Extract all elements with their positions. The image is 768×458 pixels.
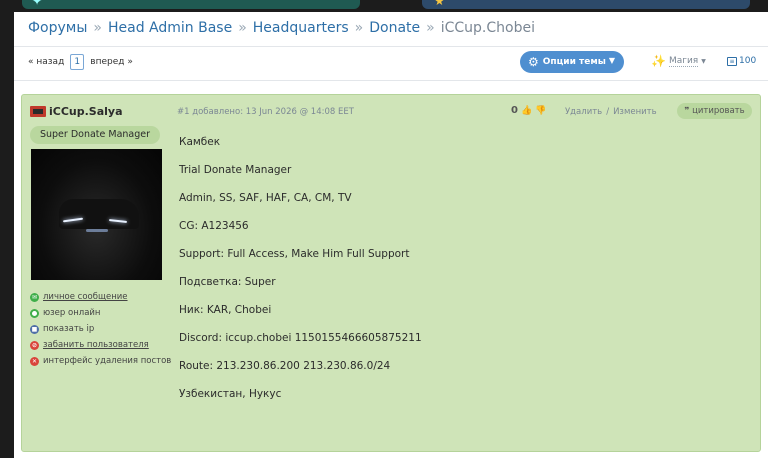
post-author[interactable]: iCCup.Salya <box>30 105 123 118</box>
forum-page: Форумы » Head Admin Base » Headquarters » Dona… <box>14 12 768 458</box>
magic-wand-icon: ✨ <box>651 54 666 68</box>
promo-banner-left[interactable]: ✦ <box>22 0 360 9</box>
thumbs-down-icon[interactable]: 👎 <box>535 106 546 116</box>
ban-icon: ⊘ <box>30 340 39 350</box>
post-line: Подсветка: Super <box>179 276 276 288</box>
forum-post: iCCup.Salya Super Donate Manager ✉ лично… <box>21 94 761 452</box>
user-rank-badge: Super Donate Manager <box>30 126 160 144</box>
breadcrumb-forums[interactable]: Форумы <box>28 20 87 36</box>
divider <box>14 46 768 47</box>
promo-banner-right[interactable]: ★ <box>422 0 750 9</box>
delete-posts-icon: ✕ <box>30 356 39 366</box>
action-label[interactable]: интерфейс удаления постов <box>43 356 171 366</box>
post-line: CG: A123456 <box>179 220 249 232</box>
next-page-link[interactable]: вперед » <box>90 57 133 67</box>
post-links: Удалить / Изменить <box>565 107 657 117</box>
pagination: « назад 1 вперед » <box>28 54 133 70</box>
post-line: Камбек <box>179 136 221 148</box>
action-ban-user[interactable]: ⊘ забанить пользователя <box>30 337 171 353</box>
quote-label: цитировать <box>692 106 745 116</box>
breadcrumb-head-admin-base[interactable]: Head Admin Base <box>108 20 232 36</box>
delete-link[interactable]: Удалить <box>565 107 602 117</box>
message-icon: ✉ <box>30 292 39 302</box>
post-meta: #1 добавлено: 13 Jun 2026 @ 14:08 EET <box>177 107 354 117</box>
post-line: Discord: iccup.chobei 115015546660587521… <box>179 332 422 344</box>
action-label: юзер онлайн <box>43 308 101 318</box>
gear-icon: ⚙ <box>528 55 539 69</box>
post-line: Узбекистан, Нукус <box>179 388 282 400</box>
breadcrumb-headquarters[interactable]: Headquarters <box>253 20 349 36</box>
quote-icon: ❞ <box>684 106 690 116</box>
link-separator: / <box>606 107 610 117</box>
magic-label: Магия <box>668 55 699 67</box>
divider <box>14 80 768 81</box>
edit-link[interactable]: Изменить <box>613 107 657 117</box>
breadcrumb-separator: » <box>354 20 364 36</box>
post-line: Support: Full Access, Make Him Full Supp… <box>179 248 410 260</box>
ip-icon: ■ <box>30 324 39 334</box>
breadcrumb-current: iCCup.Chobei <box>440 20 535 36</box>
star-icon: ★ <box>434 0 445 8</box>
breadcrumb-separator: » <box>426 20 435 36</box>
list-icon: ≡ <box>727 56 737 66</box>
action-private-message[interactable]: ✉ личное сообщение <box>30 289 171 305</box>
promo-icon: ✦ <box>32 0 43 8</box>
post-counter[interactable]: ≡ 100 <box>727 56 756 66</box>
chevron-down-icon: ▼ <box>608 56 615 65</box>
action-user-online: юзер онлайн <box>30 305 171 321</box>
online-icon <box>30 308 39 318</box>
action-show-ip[interactable]: ■ показать ip <box>30 321 171 337</box>
action-delete-posts-interface[interactable]: ✕ интерфейс удаления постов <box>30 353 171 369</box>
post-rating: 0 👍 👎 <box>511 105 546 116</box>
breadcrumb-separator: » <box>238 20 247 36</box>
chevron-down-icon: ▼ <box>701 57 706 65</box>
rating-value: 0 <box>511 105 518 116</box>
user-actions: ✉ личное сообщение юзер онлайн ■ показат… <box>30 289 171 369</box>
avatar-car-shape <box>59 199 139 229</box>
action-label[interactable]: личное сообщение <box>43 292 128 302</box>
page-number[interactable]: 1 <box>70 54 85 70</box>
breadcrumb-separator: » <box>93 20 102 36</box>
breadcrumb-donate[interactable]: Donate <box>369 20 420 36</box>
thread-options-button[interactable]: ⚙ Опции темы ▼ <box>520 51 624 73</box>
flag-icon <box>30 106 46 117</box>
avatar-glow <box>86 229 108 232</box>
avatar <box>31 149 162 280</box>
post-line: Route: 213.230.86.200 213.230.86.0/24 <box>179 360 391 372</box>
post-line: Trial Donate Manager <box>179 164 292 176</box>
counter-value: 100 <box>739 56 757 66</box>
thumbs-up-icon[interactable]: 👍 <box>521 106 532 116</box>
prev-page-link[interactable]: « назад <box>28 57 64 67</box>
thread-options-label: Опции темы <box>542 57 606 67</box>
breadcrumb: Форумы » Head Admin Base » Headquarters » Dona… <box>28 20 535 36</box>
post-body: Камбек Trial Donate Manager Admin, SS, S… <box>179 135 422 415</box>
top-banner-bar: ✦ ★ <box>0 0 768 12</box>
action-label[interactable]: забанить пользователя <box>43 340 149 350</box>
quote-button[interactable]: ❞ цитировать <box>677 103 752 119</box>
magic-dropdown[interactable]: ✨ Магия ▼ <box>651 54 706 68</box>
author-name[interactable]: iCCup.Salya <box>49 105 123 118</box>
post-line: Admin, SS, SAF, HAF, CA, CM, TV <box>179 192 352 204</box>
post-line: Ник: KAR, Chobei <box>179 304 272 316</box>
action-label[interactable]: показать ip <box>43 324 94 334</box>
